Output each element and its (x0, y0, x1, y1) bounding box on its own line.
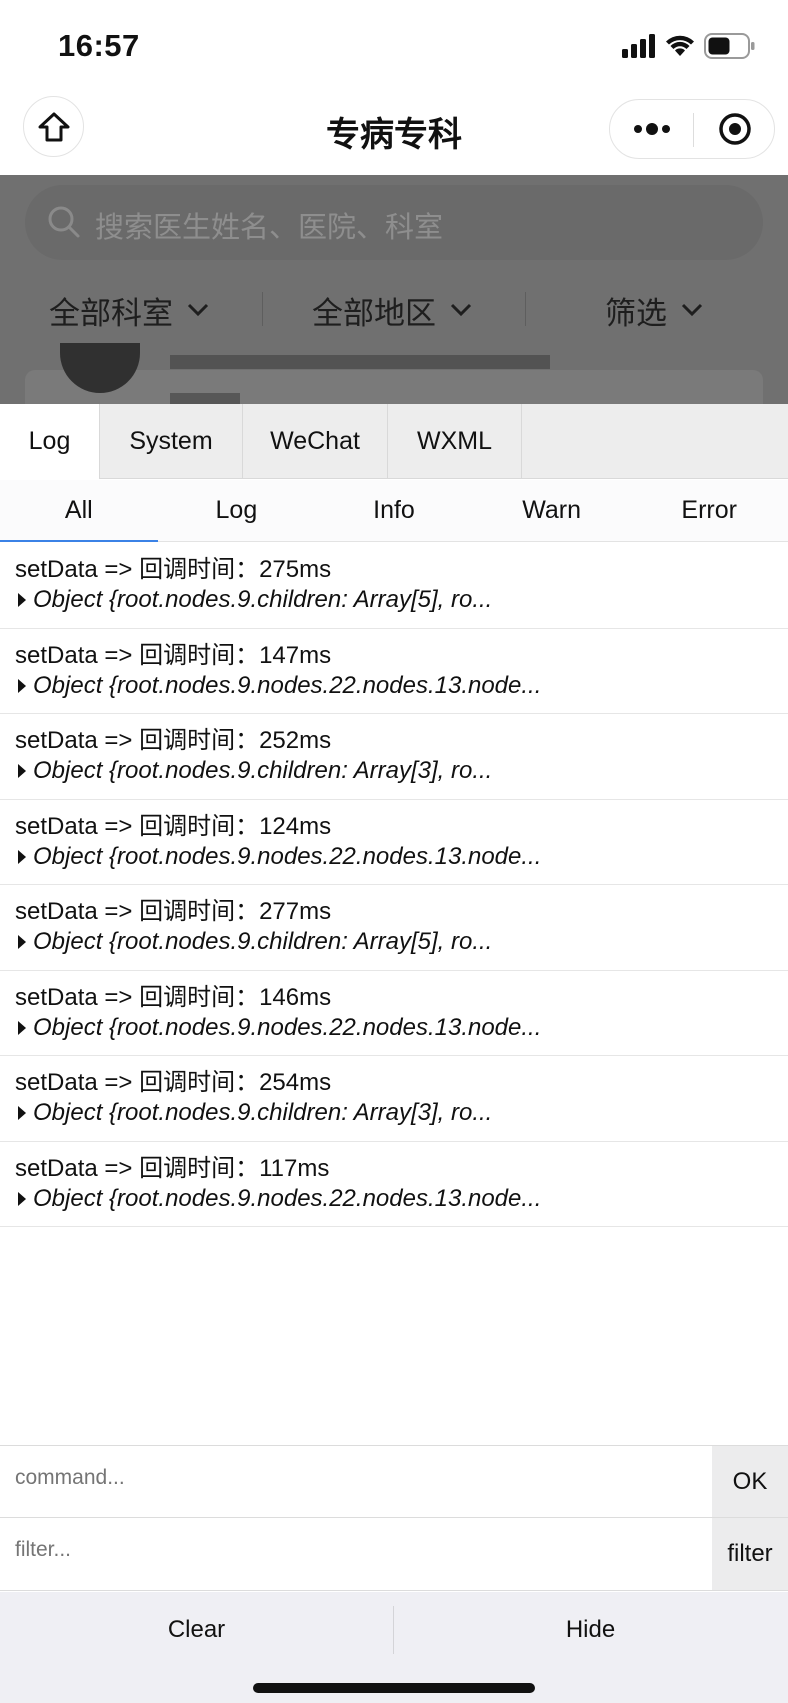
filter-region-label: 全部地区 (312, 295, 436, 331)
log-object-preview: Object {root.nodes.9.children: Array[5],… (33, 586, 493, 613)
log-object-toggle[interactable]: Object {root.nodes.9.nodes.22.nodes.13.n… (15, 842, 788, 872)
filter-input[interactable] (15, 1538, 695, 1562)
filter-more-label: 筛选 (605, 295, 667, 331)
search-box: 搜索医生姓名、医院、科室 (25, 185, 763, 260)
search-placeholder: 搜索医生姓名、医院、科室 (95, 212, 444, 244)
filter-divider (262, 292, 263, 326)
chevron-down-icon (187, 303, 209, 317)
doctor-card-text-partial (170, 393, 240, 404)
log-list: setData => 回调时间：275ms Object {root.nodes… (0, 543, 788, 1227)
chevron-down-icon (681, 303, 703, 317)
caret-right-icon (18, 849, 26, 864)
log-object-preview: Object {root.nodes.9.nodes.22.nodes.13.n… (33, 842, 542, 870)
tab-wxml[interactable]: WXML (388, 404, 522, 479)
caret-right-icon (18, 1191, 26, 1206)
ok-button[interactable]: OK (712, 1446, 788, 1517)
mini-program-capsule (609, 99, 775, 159)
tab-wechat[interactable]: WeChat (243, 404, 388, 479)
doctor-card-text-partial (170, 355, 550, 369)
vconsole-log-filter-tabs: All Log Info Warn Error (0, 480, 788, 542)
log-entry: setData => 回调时间：117ms Object {root.nodes… (0, 1142, 788, 1227)
command-bar: OK (0, 1445, 788, 1518)
chevron-down-icon (450, 303, 472, 317)
log-entry: setData => 回调时间：252ms Object {root.nodes… (0, 714, 788, 800)
wifi-icon (666, 35, 694, 56)
caret-right-icon (18, 935, 26, 949)
filter-divider (525, 292, 526, 326)
log-object-toggle[interactable]: Object {root.nodes.9.nodes.22.nodes.13.n… (15, 671, 788, 701)
status-bar: 16:57 (0, 0, 788, 92)
clear-button[interactable]: Clear (0, 1592, 393, 1668)
vconsole-tabbar: Log System WeChat WXML (0, 404, 788, 479)
log-entry: setData => 回调时间：124ms Object {root.nodes… (0, 800, 788, 885)
subtab-info[interactable]: Info (315, 480, 473, 541)
more-dots-icon (633, 123, 670, 135)
log-object-toggle[interactable]: Object {root.nodes.9.children: Array[3],… (15, 756, 788, 786)
caret-right-icon (18, 1020, 26, 1035)
filter-more: 筛选 (605, 285, 703, 335)
log-entry: setData => 回调时间：275ms Object {root.nodes… (0, 543, 788, 629)
log-entry: setData => 回调时间：147ms Object {root.nodes… (0, 629, 788, 714)
log-object-preview: Object {root.nodes.9.nodes.22.nodes.13.n… (33, 671, 542, 699)
log-entry: setData => 回调时间：277ms Object {root.nodes… (0, 885, 788, 971)
dimmed-page-overlay[interactable]: 搜索医生姓名、医院、科室 全部科室 全部地区 筛选 (0, 175, 788, 404)
log-message: setData => 回调时间：254ms (15, 1069, 332, 1096)
home-indicator[interactable] (253, 1683, 535, 1693)
log-message: setData => 回调时间：252ms (15, 727, 332, 754)
tab-system[interactable]: System (100, 404, 243, 479)
subtab-log[interactable]: Log (158, 480, 316, 541)
filter-department-label: 全部科室 (49, 295, 173, 331)
more-button[interactable] (610, 100, 693, 158)
log-message: setData => 回调时间：146ms (15, 983, 332, 1011)
log-message: setData => 回调时间：124ms (15, 812, 332, 840)
log-object-toggle[interactable]: Object {root.nodes.9.children: Array[5],… (15, 585, 788, 615)
doctor-card-partial (25, 370, 763, 404)
hide-button[interactable]: Hide (394, 1592, 787, 1668)
nav-bar: 专病专科 (0, 92, 788, 175)
log-object-preview: Object {root.nodes.9.children: Array[3],… (33, 1099, 493, 1126)
filter-bar: filter (0, 1518, 788, 1591)
log-object-toggle[interactable]: Object {root.nodes.9.children: Array[3],… (15, 1098, 788, 1128)
log-message: setData => 回调时间：277ms (15, 898, 332, 925)
caret-right-icon (18, 764, 26, 778)
log-object-toggle[interactable]: Object {root.nodes.9.nodes.22.nodes.13.n… (15, 1184, 788, 1214)
subtab-warn[interactable]: Warn (473, 480, 631, 541)
log-object-preview: Object {root.nodes.9.nodes.22.nodes.13.n… (33, 1184, 542, 1212)
log-object-toggle[interactable]: Object {root.nodes.9.nodes.22.nodes.13.n… (15, 1013, 788, 1043)
status-time: 16:57 (58, 28, 140, 63)
battery-icon (704, 33, 755, 59)
caret-right-icon (18, 1106, 26, 1120)
target-close-icon (719, 113, 751, 145)
log-object-preview: Object {root.nodes.9.children: Array[5],… (33, 928, 493, 955)
subtab-error[interactable]: Error (630, 480, 788, 541)
filter-region: 全部地区 (312, 285, 472, 335)
command-input[interactable] (15, 1466, 695, 1490)
log-message: setData => 回调时间：147ms (15, 641, 332, 669)
log-entry: setData => 回调时间：146ms Object {root.nodes… (0, 971, 788, 1056)
filter-button[interactable]: filter (712, 1518, 788, 1590)
vconsole-panel: Log System WeChat WXML All Log Info Warn… (0, 404, 788, 1703)
log-message: setData => 回调时间：117ms (15, 1154, 330, 1182)
tab-log[interactable]: Log (0, 404, 100, 479)
subtab-all[interactable]: All (0, 480, 158, 542)
search-icon (48, 206, 80, 238)
log-message: setData => 回调时间：275ms (15, 556, 332, 583)
log-object-preview: Object {root.nodes.9.nodes.22.nodes.13.n… (33, 1013, 542, 1041)
filter-department: 全部科室 (49, 285, 209, 335)
vconsole-toolbar: Clear Hide (0, 1592, 788, 1703)
log-object-preview: Object {root.nodes.9.children: Array[3],… (33, 757, 493, 784)
caret-right-icon (18, 593, 26, 607)
caret-right-icon (18, 678, 26, 693)
log-entry: setData => 回调时间：254ms Object {root.nodes… (0, 1056, 788, 1142)
log-object-toggle[interactable]: Object {root.nodes.9.children: Array[5],… (15, 927, 788, 957)
cellular-signal-icon (622, 34, 655, 58)
close-button[interactable] (694, 100, 776, 158)
